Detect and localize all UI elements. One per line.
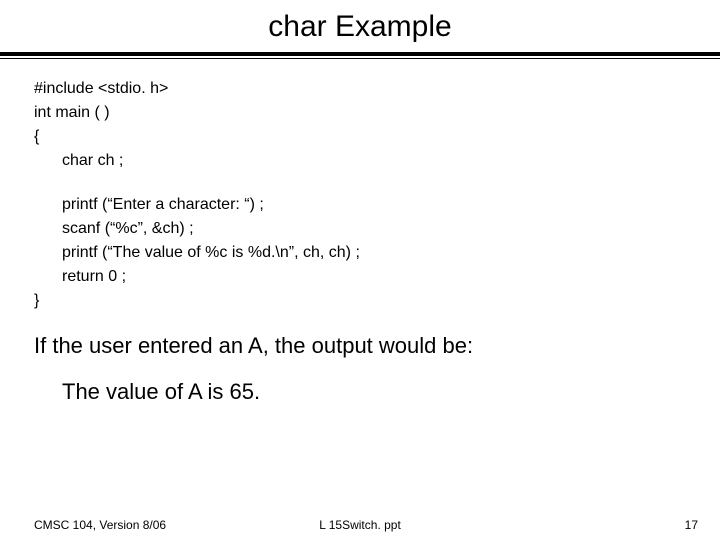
code-line: #include <stdio. h> (34, 77, 686, 101)
blank-line (34, 173, 686, 193)
divider-thick (0, 52, 720, 56)
code-line: } (34, 289, 686, 313)
slide: char Example #include <stdio. h> int mai… (0, 0, 720, 540)
slide-title: char Example (0, 0, 720, 52)
code-line: int main ( ) (34, 101, 686, 125)
code-line: char ch ; (34, 149, 686, 173)
code-line: printf (“The value of %c is %d.\n”, ch, … (34, 241, 686, 265)
code-line: scanf (“%c”, &ch) ; (34, 217, 686, 241)
footer-center: L 15Switch. ppt (0, 518, 720, 532)
explanation-text: If the user entered an A, the output wou… (34, 333, 686, 359)
code-line: printf (“Enter a character: “) ; (34, 193, 686, 217)
output-text: The value of A is 65. (34, 379, 686, 405)
code-block: #include <stdio. h> int main ( ) { char … (34, 77, 686, 313)
slide-body: #include <stdio. h> int main ( ) { char … (0, 59, 720, 405)
code-line: return 0 ; (34, 265, 686, 289)
code-line: { (34, 125, 686, 149)
footer: CMSC 104, Version 8/06 L 15Switch. ppt 1… (0, 518, 720, 532)
